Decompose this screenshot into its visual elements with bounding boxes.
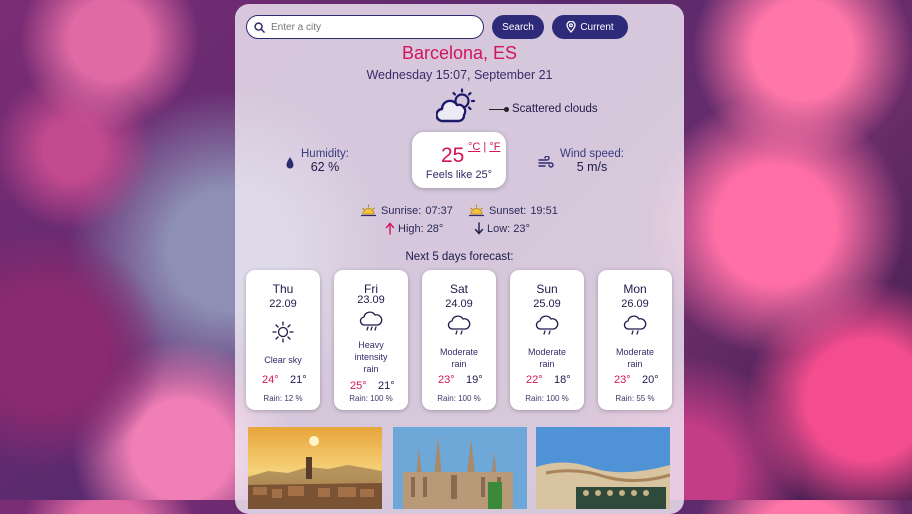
forecast-day: Sun <box>536 282 558 296</box>
forecast-description: rain <box>627 359 643 369</box>
arrow-up-icon <box>385 222 395 235</box>
forecast-card: Sat 24.09 Moderate rain 23° 19° Rain: 10… <box>422 270 496 410</box>
wind-value: 5 m/s <box>576 160 608 174</box>
forecast-low: 18° <box>554 374 571 386</box>
location-pin-icon <box>566 21 576 33</box>
search-icon <box>254 21 265 33</box>
sunset-label: Sunset: <box>489 205 527 217</box>
weather-panel: Search Current Barcelona, ES Wednesday 1… <box>235 4 684 514</box>
forecast-card: Thu 22.09 Clear sky 24° 21° Rain: 12 % <box>246 270 320 410</box>
rain-cloud-icon <box>447 315 471 335</box>
humidity-value: 62 % <box>310 160 340 174</box>
sunset-value: 19:51 <box>530 205 558 217</box>
city-name: Barcelona, ES <box>401 43 518 63</box>
low-block: Low: 23° <box>474 222 530 235</box>
arrow-down-icon <box>474 222 484 235</box>
forecast-date: 23.09 <box>357 294 385 306</box>
forecast-rain: Rain: 100 % <box>525 394 569 403</box>
wind-label: Wind speed: <box>560 148 624 160</box>
sunset-icon <box>469 204 484 217</box>
date-time: Wednesday 15:07, September 21 <box>366 68 553 82</box>
description-pointer <box>489 106 509 112</box>
forecast-low: 19° <box>466 374 483 386</box>
current-button-label: Current <box>580 21 614 33</box>
forecast-description: rain <box>539 359 555 369</box>
forecast-card: Sun 25.09 Moderate rain 22° 18° Rain: 10… <box>510 270 584 410</box>
city-skyline-photo <box>248 427 382 509</box>
search-button[interactable]: Search <box>492 15 544 39</box>
sunrise-block: Sunrise: 07:37 <box>360 204 453 218</box>
temperature-card: 25 °C | °F Feels like 25° <box>412 132 506 188</box>
weather-description: Scattered clouds <box>489 103 598 115</box>
celsius-toggle[interactable]: °C <box>468 141 480 153</box>
forecast-date: 24.09 <box>445 298 473 310</box>
forecast-date: 26.09 <box>621 298 649 310</box>
forecast-day: Mon <box>623 282 647 296</box>
forecast-description: Clear sky <box>264 355 302 365</box>
low-value: 23° <box>513 222 530 235</box>
sunset-block: Sunset: 19:51 <box>468 204 558 218</box>
fahrenheit-toggle[interactable]: °F <box>489 141 500 153</box>
forecast-description: intensity <box>354 352 388 362</box>
forecast-high: 24° <box>262 374 279 386</box>
sunrise-value: 07:37 <box>425 205 453 217</box>
description-text: Scattered clouds <box>512 103 598 115</box>
forecast-rain: Rain: 100 % <box>349 394 393 403</box>
forecast-day: Thu <box>272 282 294 296</box>
forecast-title: Next 5 days forecast: <box>405 251 514 263</box>
forecast-card: Fri 23.09 Heavy intensity rain 25° 21° R… <box>334 270 408 410</box>
humidity-drop-icon <box>286 157 294 169</box>
forecast-date: 22.09 <box>269 298 297 310</box>
high-block: High: 28° <box>385 222 443 235</box>
forecast-card: Mon 26.09 Moderate rain 23° 20° Rain: 55… <box>598 270 672 410</box>
forecast-description: Heavy <box>358 340 384 350</box>
forecast-description: rain <box>451 359 467 369</box>
rain-cloud-icon <box>359 311 383 331</box>
wind-block: Wind speed: 5 m/s <box>538 148 624 174</box>
casa-batllo-photo <box>536 427 670 509</box>
forecast-low: 20° <box>642 374 659 386</box>
forecast-rain: Rain: 100 % <box>437 394 481 403</box>
rain-cloud-icon <box>535 315 559 335</box>
sunrise-icon <box>361 204 376 217</box>
unit-separator: | <box>480 141 490 153</box>
rain-cloud-icon <box>623 315 647 335</box>
unit-toggle: °C | °F <box>468 141 500 153</box>
sagrada-familia-photo <box>393 427 527 509</box>
low-label: Low: <box>487 222 511 235</box>
forecast-high: 23° <box>438 374 455 386</box>
forecast-description: Moderate <box>615 347 655 357</box>
forecast-date: 25.09 <box>533 298 561 310</box>
forecast-high: 22° <box>526 374 543 386</box>
high-value: 28° <box>426 222 444 235</box>
forecast-low: 21° <box>378 380 395 392</box>
wind-icon <box>538 156 554 168</box>
temperature-value: 25 <box>441 144 465 167</box>
sunrise-label: Sunrise: <box>381 205 422 217</box>
sun-icon <box>272 321 294 343</box>
current-location-button[interactable]: Current <box>552 15 628 39</box>
forecast-description: Moderate <box>439 347 479 357</box>
humidity-label: Humidity: <box>301 148 349 160</box>
search-input[interactable] <box>269 20 473 34</box>
forecast-rain: Rain: 12 % <box>263 394 303 403</box>
forecast-rain: Rain: 55 % <box>615 394 655 403</box>
feels-like: Feels like 25° <box>425 169 493 181</box>
search-field[interactable] <box>246 15 484 39</box>
forecast-description: rain <box>363 364 379 374</box>
search-bar: Search Current <box>246 15 628 39</box>
partly-cloudy-icon <box>436 88 476 123</box>
forecast-day: Sat <box>449 282 468 296</box>
forecast-high: 25° <box>350 380 367 392</box>
forecast-low: 21° <box>290 374 307 386</box>
forecast-description: Moderate <box>527 347 567 357</box>
forecast-high: 23° <box>614 374 631 386</box>
high-label: High: <box>398 222 424 235</box>
humidity-block: Humidity: 62 % <box>285 148 349 174</box>
